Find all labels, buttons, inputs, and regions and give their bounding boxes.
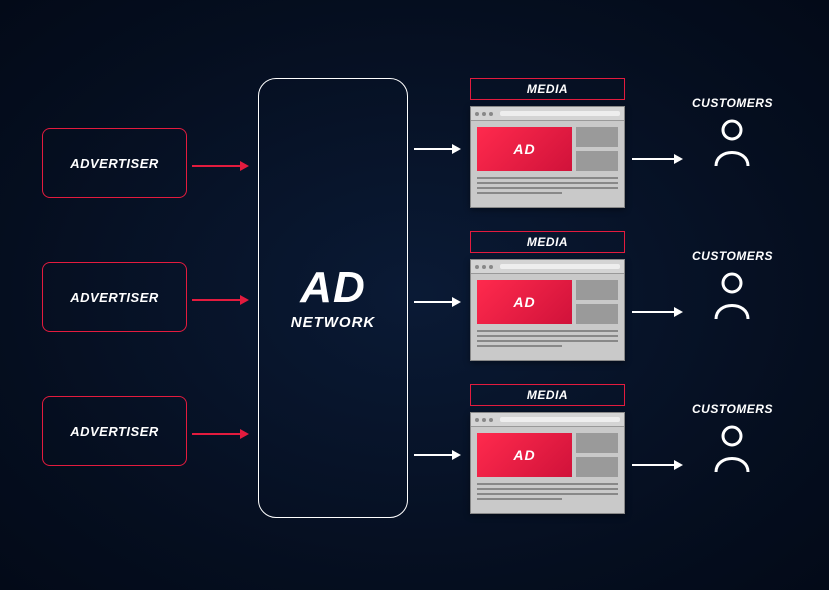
content-block-icon — [576, 127, 618, 147]
arrow-network-to-media — [414, 297, 461, 307]
chrome-dot-icon — [489, 265, 493, 269]
browser-body: AD — [471, 427, 624, 513]
advertiser-label: ADVERTISER — [70, 156, 159, 171]
person-icon — [711, 118, 753, 173]
ad-block: AD — [477, 433, 572, 477]
address-bar-icon — [500, 417, 620, 422]
arrow-media-to-customers — [632, 460, 683, 470]
advertiser-box: ADVERTISER — [42, 396, 187, 466]
text-line-icon — [477, 498, 562, 500]
customers-label: CUSTOMERS — [692, 96, 773, 110]
text-line-icon — [477, 330, 618, 332]
chrome-dot-icon — [475, 265, 479, 269]
arrow-media-to-customers — [632, 154, 683, 164]
arrow-advertiser-to-network — [192, 161, 249, 171]
media-group: MEDIA AD — [470, 78, 625, 208]
chrome-dot-icon — [489, 418, 493, 422]
browser-window: AD — [470, 106, 625, 208]
customers-group: CUSTOMERS — [692, 402, 773, 479]
browser-window: AD — [470, 412, 625, 514]
ad-block: AD — [477, 280, 572, 324]
arrow-advertiser-to-network — [192, 295, 249, 305]
person-icon — [711, 424, 753, 479]
text-lines — [477, 328, 618, 354]
chrome-dot-icon — [482, 265, 486, 269]
text-line-icon — [477, 345, 562, 347]
content-block-icon — [576, 304, 618, 324]
chrome-dot-icon — [475, 418, 479, 422]
ad-network-subtitle: NETWORK — [291, 314, 376, 331]
sidebar-blocks — [576, 433, 618, 477]
browser-chrome — [471, 107, 624, 121]
content-block-icon — [576, 457, 618, 477]
text-line-icon — [477, 335, 618, 337]
chrome-dot-icon — [489, 112, 493, 116]
arrow-network-to-media — [414, 450, 461, 460]
customers-label: CUSTOMERS — [692, 402, 773, 416]
customers-group: CUSTOMERS — [692, 249, 773, 326]
browser-window: AD — [470, 259, 625, 361]
content-block-icon — [576, 433, 618, 453]
text-lines — [477, 175, 618, 201]
sidebar-blocks — [576, 127, 618, 171]
media-label: MEDIA — [470, 384, 625, 406]
ad-network-box: AD NETWORK — [258, 78, 408, 518]
text-line-icon — [477, 182, 618, 184]
address-bar-icon — [500, 264, 620, 269]
ad-network-title: AD — [300, 266, 366, 310]
browser-body: AD — [471, 274, 624, 360]
advertiser-box: ADVERTISER — [42, 262, 187, 332]
person-icon — [711, 271, 753, 326]
media-group: MEDIA AD — [470, 231, 625, 361]
text-line-icon — [477, 192, 562, 194]
text-line-icon — [477, 177, 618, 179]
browser-body: AD — [471, 121, 624, 207]
customers-group: CUSTOMERS — [692, 96, 773, 173]
arrow-advertiser-to-network — [192, 429, 249, 439]
chrome-dot-icon — [482, 112, 486, 116]
browser-chrome — [471, 260, 624, 274]
content-block-icon — [576, 280, 618, 300]
address-bar-icon — [500, 111, 620, 116]
ad-block: AD — [477, 127, 572, 171]
text-line-icon — [477, 340, 618, 342]
text-line-icon — [477, 483, 618, 485]
advertiser-label: ADVERTISER — [70, 424, 159, 439]
customers-label: CUSTOMERS — [692, 249, 773, 263]
text-line-icon — [477, 488, 618, 490]
ad-text: AD — [513, 294, 535, 310]
sidebar-blocks — [576, 280, 618, 324]
text-line-icon — [477, 187, 618, 189]
media-label: MEDIA — [470, 78, 625, 100]
ad-text: AD — [513, 447, 535, 463]
content-block-icon — [576, 151, 618, 171]
advertiser-box: ADVERTISER — [42, 128, 187, 198]
media-group: MEDIA AD — [470, 384, 625, 514]
arrow-network-to-media — [414, 144, 461, 154]
browser-chrome — [471, 413, 624, 427]
chrome-dot-icon — [475, 112, 479, 116]
arrow-media-to-customers — [632, 307, 683, 317]
media-label: MEDIA — [470, 231, 625, 253]
ad-text: AD — [513, 141, 535, 157]
chrome-dot-icon — [482, 418, 486, 422]
advertiser-label: ADVERTISER — [70, 290, 159, 305]
text-lines — [477, 481, 618, 507]
text-line-icon — [477, 493, 618, 495]
